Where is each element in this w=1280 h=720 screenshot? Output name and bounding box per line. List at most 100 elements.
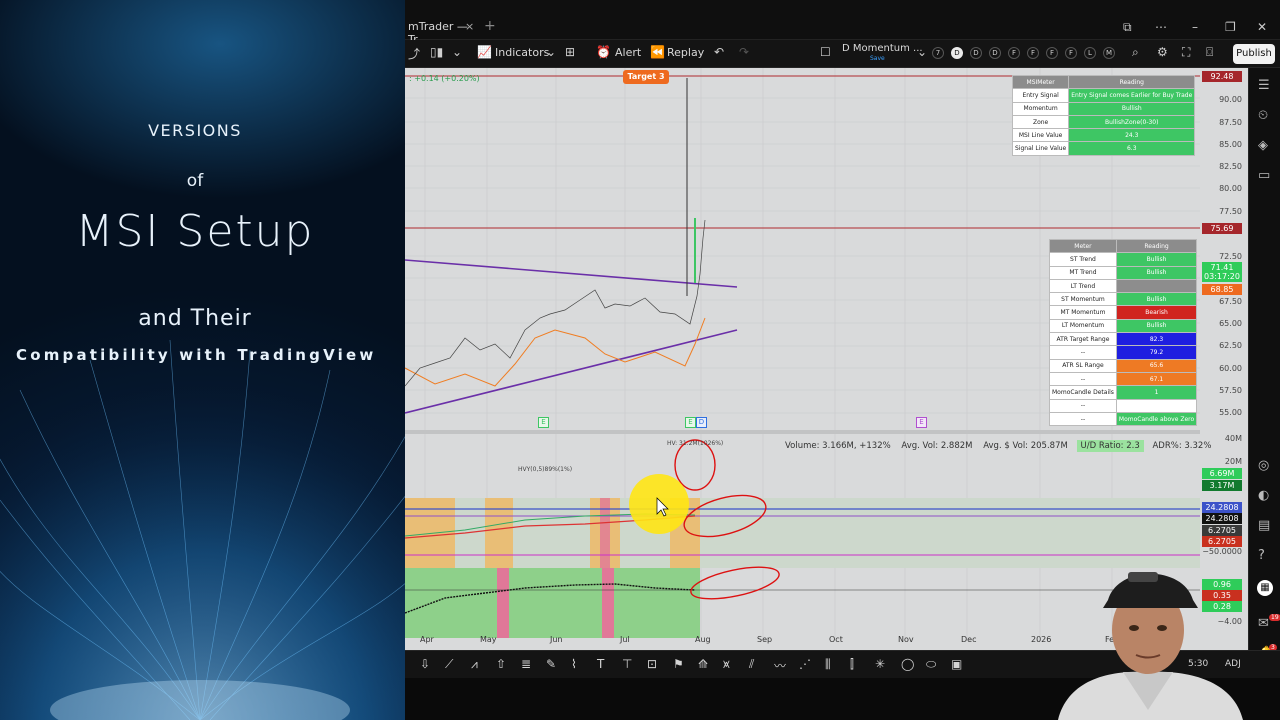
compass-icon[interactable]: ◐ — [1258, 488, 1269, 503]
arrow-up-icon[interactable]: ⇧ — [496, 657, 506, 671]
maximize-icon[interactable]: ❐ — [1225, 20, 1236, 34]
arrow-down-icon[interactable]: ⇩ — [420, 657, 430, 671]
price-tick: 77.50 — [1219, 207, 1242, 216]
price-label-icon[interactable]: ⊡ — [647, 657, 657, 671]
msimeter-header-value: Reading — [1068, 74, 1196, 90]
avg-volume: Avg. Vol: 2.882M — [901, 441, 973, 451]
replay-button[interactable]: Replay — [667, 46, 704, 59]
alerts-clock-icon[interactable]: ⏲ — [1258, 108, 1268, 123]
text-tool-icon[interactable]: T — [597, 657, 604, 671]
curve-icon[interactable]: ⌇ — [571, 657, 577, 671]
drawing-tool-icon[interactable]: ⤴ — [408, 45, 420, 62]
tab-close-icon[interactable]: × — [465, 20, 474, 33]
indicators-icon[interactable]: 📈 — [477, 45, 492, 59]
brush-icon[interactable]: ✎ — [546, 657, 556, 671]
layout-save-label[interactable]: Save — [870, 55, 885, 62]
shape-icon[interactable]: ⬭ — [926, 657, 936, 672]
meter-value: 82.3 — [1115, 332, 1198, 347]
earnings-marker-future[interactable]: E — [916, 417, 927, 428]
month-tick: Nov — [898, 635, 914, 644]
meter-value — [1115, 278, 1198, 294]
layout-checkbox[interactable]: ☐ — [820, 45, 831, 59]
hv-label: HV: 31.2M(1026%) — [667, 440, 724, 447]
alert-button[interactable]: Alert — [615, 46, 641, 59]
volume-tick: 40M — [1224, 434, 1242, 443]
flag-icon[interactable]: ⚑ — [673, 657, 684, 671]
apps-grid-icon[interactable]: ▦ — [1257, 580, 1273, 596]
earnings-marker[interactable]: E — [538, 417, 549, 428]
cast-icon[interactable]: ⧉ — [1123, 20, 1132, 35]
msimeter-key: Entry Signal — [1011, 88, 1070, 103]
replay-icon[interactable]: ⏪ — [650, 45, 665, 59]
fullscreen-icon[interactable]: ⛶ — [1182, 45, 1190, 60]
alert-icon[interactable]: ⏰ — [596, 45, 611, 59]
help-icon[interactable]: ? — [1258, 548, 1265, 563]
notes-icon[interactable]: ▤ — [1258, 518, 1270, 533]
timeframe-button[interactable]: D — [970, 47, 982, 59]
adr-percent: ADR%: 3.32% — [1152, 441, 1212, 451]
indicators-button[interactable]: Indicators — [495, 46, 549, 59]
earnings-marker[interactable]: E — [685, 417, 696, 428]
target-label: Target 3 — [623, 70, 669, 84]
layout-name[interactable]: D Momentum ... — [842, 43, 923, 54]
promo-panel: VERSIONS of MSI Setup and Their Compatib… — [0, 0, 405, 720]
meter-value: 1 — [1115, 385, 1198, 400]
timeframe-button[interactable]: L — [1084, 47, 1096, 59]
price-tick: 87.50 — [1219, 118, 1242, 127]
presenter-webcam — [1048, 560, 1248, 720]
forecast-icon[interactable]: ⫿ — [850, 657, 854, 672]
close-window-icon[interactable]: ✕ — [1257, 20, 1267, 34]
redo-icon[interactable]: ↷ — [739, 45, 749, 59]
zigzag-icon[interactable]: 〰 — [774, 657, 786, 674]
volume-tag: 6.69M — [1202, 468, 1242, 479]
idea-icon[interactable]: ◯ — [901, 657, 914, 671]
fib-icon[interactable]: ≣ — [521, 657, 531, 671]
candle-type-icon[interactable]: ▯▮ — [430, 45, 443, 59]
publish-button[interactable]: Publish — [1233, 44, 1275, 64]
timeframe-button[interactable]: M — [1103, 47, 1115, 59]
timeframe-button[interactable]: F — [1027, 47, 1039, 59]
minimize-icon[interactable]: – — [1192, 20, 1198, 34]
chevron-down-icon[interactable]: ⌄ — [546, 45, 556, 59]
elliott-icon[interactable]: ⋰ — [799, 657, 811, 671]
meter-key: MT Momentum — [1049, 305, 1117, 320]
chat-icon[interactable]: ▭ — [1258, 168, 1270, 183]
templates-icon[interactable]: ⊞ — [565, 45, 575, 59]
meter-value — [1115, 398, 1198, 413]
channel-icon[interactable]: ⫽ — [749, 657, 754, 672]
bars-pattern-icon[interactable]: ⫼ — [825, 657, 831, 672]
search-icon[interactable]: ⌕ — [1132, 45, 1139, 60]
path-icon[interactable]: ⩘ — [471, 657, 478, 672]
grid-menu-icon[interactable]: ⋯ — [1155, 20, 1167, 34]
promo-glow — [0, 0, 405, 200]
timeframe-button[interactable]: F — [1008, 47, 1020, 59]
meter-key: ST Momentum — [1049, 292, 1117, 307]
notifications-icon[interactable]: ✉ — [1258, 616, 1269, 631]
chevron-down-icon[interactable]: ⌄ — [917, 45, 927, 59]
gann-icon[interactable]: ✳ — [875, 657, 885, 671]
timeframe-button-active[interactable]: D — [951, 47, 963, 59]
undo-icon[interactable]: ↶ — [714, 45, 724, 59]
chevron-down-icon[interactable]: ⌄ — [452, 45, 462, 59]
timeframe-button[interactable]: F — [1046, 47, 1058, 59]
meter-value: Bullish — [1115, 292, 1198, 307]
new-tab-icon[interactable]: + — [484, 18, 496, 34]
watchlist-icon[interactable]: ☰ — [1258, 78, 1270, 93]
timeframe-button[interactable]: 7 — [932, 47, 944, 59]
pattern-icon[interactable]: ⩙ — [723, 657, 730, 672]
timeframe-button[interactable]: F — [1065, 47, 1077, 59]
callout-icon[interactable]: ⊤ — [622, 657, 632, 671]
msimeter-key: Zone — [1011, 114, 1070, 130]
projection-icon[interactable]: ⟰ — [698, 657, 708, 671]
timeframe-button[interactable]: D — [989, 47, 1001, 59]
screen: VERSIONS of MSI Setup and Their Compatib… — [0, 0, 1280, 720]
target-icon[interactable]: ◎ — [1258, 458, 1269, 473]
layers-icon[interactable]: ◈ — [1258, 138, 1268, 153]
camera-icon[interactable]: ⌼ — [1206, 45, 1213, 60]
gear-icon[interactable]: ⚙ — [1157, 45, 1168, 59]
trend-line-icon[interactable]: ⟋ — [445, 657, 453, 672]
dividend-marker[interactable]: D — [696, 417, 707, 428]
image-icon[interactable]: ▣ — [951, 657, 962, 671]
price-tick: 55.00 — [1219, 408, 1242, 417]
meter-value: MomoCandle above Zero — [1115, 411, 1198, 427]
